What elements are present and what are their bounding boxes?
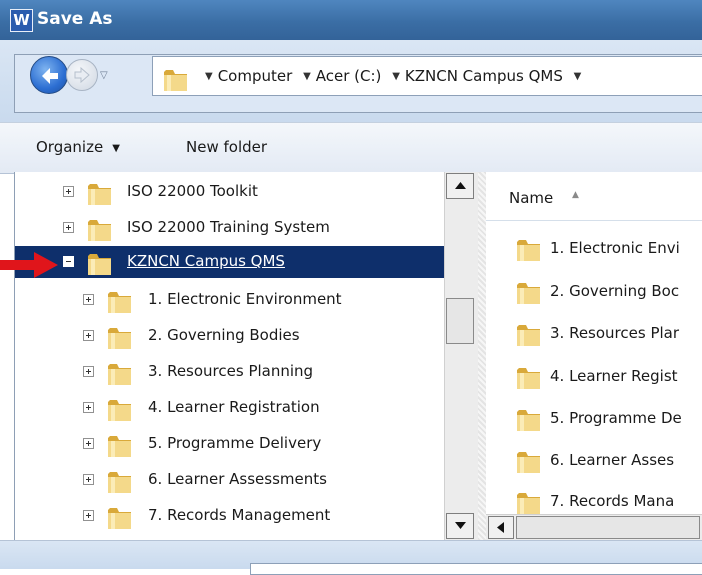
sort-ascending-icon: ▲	[572, 190, 579, 200]
pane-splitter[interactable]	[478, 172, 486, 540]
expand-icon[interactable]	[63, 222, 74, 233]
organize-label: Organize	[36, 138, 104, 156]
recent-pages-dropdown[interactable]: ▽	[100, 70, 108, 81]
scroll-up-button[interactable]	[446, 173, 474, 199]
tree-item-label: KZNCN Campus QMS	[127, 252, 285, 270]
expand-icon[interactable]	[83, 366, 94, 377]
tree-item-label: ISO 22000 Toolkit	[127, 182, 258, 200]
triangle-down-icon	[455, 522, 466, 529]
tree-item[interactable]: 3. Resources Planning	[15, 356, 445, 388]
chevron-down-icon[interactable]: ▼	[205, 71, 213, 82]
tree-item-label: 7. Records Management	[148, 506, 331, 524]
organize-button[interactable]: Organize ▼	[36, 138, 120, 156]
folder-icon	[88, 254, 111, 275]
file-list: Name ▲ 1. Electronic Envi 2. Governing B…	[486, 172, 702, 540]
folder-icon	[108, 436, 131, 457]
tree-item-label: 6. Learner Assessments	[148, 470, 327, 488]
back-arrow-icon	[42, 68, 58, 84]
tree-item[interactable]: 1. Electronic Environment	[15, 284, 445, 316]
list-item-label: 4. Learner Regist	[550, 367, 678, 385]
list-horizontal-scrollbar[interactable]	[486, 514, 702, 541]
new-folder-button[interactable]: New folder	[186, 138, 267, 156]
tree-item[interactable]: 6. Learner Assessments	[15, 464, 445, 496]
tree-item[interactable]: 7. Records Management	[15, 500, 445, 532]
navigation-tree: ISO 22000 Toolkit ISO 22000 Training Sys…	[14, 172, 445, 540]
tree-vertical-scrollbar[interactable]	[444, 172, 478, 540]
expand-icon[interactable]	[63, 186, 74, 197]
file-name-field[interactable]	[250, 563, 702, 575]
folder-icon	[88, 184, 111, 205]
folder-icon	[517, 325, 540, 346]
folder-icon	[517, 452, 540, 473]
filename-area	[0, 540, 702, 575]
expand-icon[interactable]	[83, 330, 94, 341]
expand-icon[interactable]	[83, 510, 94, 521]
command-toolbar: Organize ▼ New folder	[0, 122, 702, 174]
red-arrow-annotation-icon	[0, 252, 58, 278]
forward-button[interactable]	[66, 59, 98, 91]
folder-icon	[517, 283, 540, 304]
folder-icon	[108, 292, 131, 313]
scroll-left-button[interactable]	[488, 516, 514, 539]
tree-item-label: ISO 22000 Training System	[127, 218, 330, 236]
list-item-label: 6. Learner Asses	[550, 451, 675, 469]
address-bar[interactable]: ▼ Computer ▼ Acer (C:) ▼ KZNCN Campus QMS ▼	[152, 56, 702, 96]
tree-item[interactable]: 4. Learner Registration	[15, 392, 445, 424]
breadcrumb-computer[interactable]: Computer	[218, 67, 293, 85]
chevron-down-icon[interactable]: ▼	[303, 71, 311, 82]
expand-icon[interactable]	[83, 402, 94, 413]
folder-icon	[108, 328, 131, 349]
collapse-icon[interactable]	[63, 256, 74, 267]
tree-item[interactable]: ISO 22000 Toolkit	[15, 176, 445, 208]
tree-item[interactable]: ISO 22000 Training System	[15, 212, 445, 244]
scroll-thumb[interactable]	[446, 298, 474, 344]
folder-icon	[517, 240, 540, 261]
tree-item-selected[interactable]: KZNCN Campus QMS	[15, 246, 445, 278]
title-bar: W Save As	[0, 0, 702, 40]
tree-item-label: 4. Learner Registration	[148, 398, 320, 416]
folder-icon	[108, 472, 131, 493]
expand-icon[interactable]	[83, 438, 94, 449]
chevron-down-icon: ▼	[112, 143, 120, 154]
folder-icon	[108, 364, 131, 385]
tree-item[interactable]: 2. Governing Bodies	[15, 320, 445, 352]
list-item-label: 5. Programme De	[550, 409, 682, 427]
scroll-thumb[interactable]	[516, 516, 700, 539]
triangle-left-icon	[497, 522, 504, 533]
list-item-label: 7. Records Mana	[550, 492, 675, 510]
chevron-down-icon[interactable]: ▼	[574, 71, 582, 82]
breadcrumb-drive[interactable]: Acer (C:)	[316, 67, 382, 85]
list-item-label: 2. Governing Boc	[550, 282, 680, 300]
list-item-label: 1. Electronic Envi	[550, 239, 680, 257]
chevron-down-icon[interactable]: ▼	[392, 71, 400, 82]
forward-arrow-icon	[74, 66, 90, 84]
tree-item-label: 5. Programme Delivery	[148, 434, 322, 452]
back-button[interactable]	[30, 56, 68, 94]
breadcrumb: ▼ Computer ▼ Acer (C:) ▼ KZNCN Campus QMS ▼	[199, 67, 586, 85]
tree-item-label: 3. Resources Planning	[148, 362, 314, 380]
column-header-name[interactable]: Name ▲	[486, 172, 702, 221]
folder-icon	[517, 410, 540, 431]
tree-item[interactable]: 5. Programme Delivery	[15, 428, 445, 460]
folder-icon	[108, 400, 131, 421]
tree-item-label: 1. Electronic Environment	[148, 290, 342, 308]
window-title: Save As	[37, 9, 113, 29]
folder-icon	[108, 508, 131, 529]
list-item-label: 3. Resources Plar	[550, 324, 680, 342]
expand-icon[interactable]	[83, 474, 94, 485]
breadcrumb-current-folder[interactable]: KZNCN Campus QMS	[405, 67, 563, 85]
scroll-down-button[interactable]	[446, 513, 474, 539]
triangle-up-icon	[455, 182, 466, 189]
word-app-icon: W	[10, 9, 33, 32]
folder-icon	[88, 220, 111, 241]
folder-icon	[517, 493, 540, 514]
tree-item-label: 2. Governing Bodies	[148, 326, 300, 344]
folder-icon	[164, 70, 187, 91]
expand-icon[interactable]	[83, 294, 94, 305]
column-header-label: Name	[509, 189, 554, 207]
folder-icon	[517, 368, 540, 389]
